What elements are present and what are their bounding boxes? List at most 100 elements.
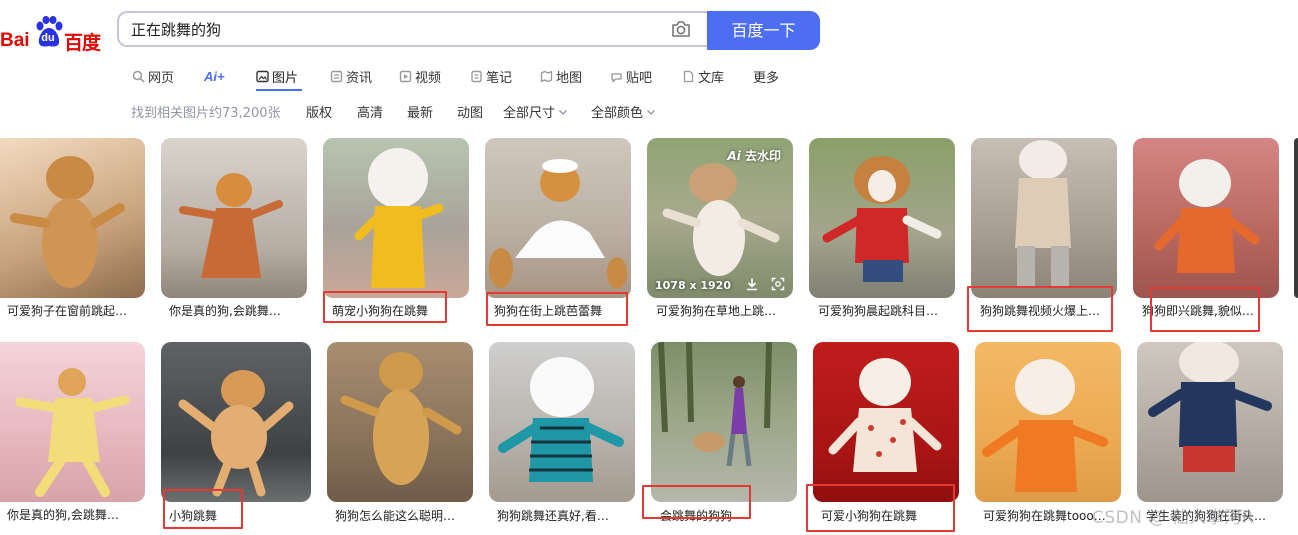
dog-figure bbox=[179, 173, 283, 278]
dog-image[interactable] bbox=[809, 138, 955, 298]
dog-image-partial[interactable] bbox=[1294, 138, 1298, 298]
dog-figure bbox=[1154, 159, 1260, 273]
tab-label: 贴吧 bbox=[626, 70, 653, 86]
dog-figure bbox=[822, 156, 942, 282]
highlight-box bbox=[1150, 287, 1260, 332]
chevron-down-icon bbox=[559, 109, 567, 115]
dog-image[interactable] bbox=[323, 138, 469, 298]
dog-image[interactable] bbox=[0, 342, 145, 502]
tieba-icon bbox=[611, 72, 622, 83]
tab-tieba[interactable]: 贴吧 bbox=[610, 63, 652, 89]
dog-figure bbox=[489, 159, 627, 289]
dog-image[interactable] bbox=[971, 138, 1117, 298]
tab-news[interactable]: 资讯 bbox=[330, 63, 372, 89]
dog-image[interactable] bbox=[485, 138, 631, 298]
ai-icon: Ai bbox=[727, 149, 745, 163]
news-icon bbox=[330, 70, 343, 82]
result-count: 找到相关图片约73,200张 bbox=[131, 106, 281, 121]
highlight-box bbox=[163, 489, 243, 529]
highlight-box bbox=[323, 291, 447, 323]
dog-figure bbox=[340, 352, 462, 485]
highlight-box bbox=[642, 485, 751, 519]
dog-figure bbox=[828, 358, 942, 472]
baidu-logo[interactable]: Bai du 百度 bbox=[0, 14, 104, 54]
active-tab-indicator bbox=[256, 89, 302, 91]
dog-image[interactable] bbox=[327, 342, 473, 502]
tab-notes[interactable]: 笔记 bbox=[470, 63, 512, 89]
image-caption[interactable]: 你是真的狗,会跳舞… bbox=[169, 302, 305, 320]
dog-image[interactable]: Ai 去水印 1078 x 1920 bbox=[647, 138, 793, 298]
tab-label: 视频 bbox=[415, 70, 442, 86]
highlight-box bbox=[486, 292, 628, 326]
tab-label: 图片 bbox=[272, 70, 299, 86]
logo-cn-text: 百度 bbox=[64, 32, 101, 54]
tab-more[interactable]: 更多 bbox=[753, 63, 779, 89]
note-icon bbox=[471, 70, 482, 82]
search-input[interactable] bbox=[131, 13, 651, 45]
filter-hd[interactable]: 高清 bbox=[357, 102, 383, 121]
map-icon bbox=[540, 69, 553, 83]
dog-image[interactable] bbox=[1137, 342, 1283, 502]
logo-du-text: du bbox=[41, 32, 55, 44]
filter-latest[interactable]: 最新 bbox=[407, 102, 433, 121]
ai-icon: Ai+ bbox=[204, 68, 225, 84]
image-caption[interactable]: 狗狗怎么能这么聪明… bbox=[335, 507, 471, 525]
tab-wenku[interactable]: 文库 bbox=[682, 63, 724, 89]
image-icon bbox=[256, 70, 269, 82]
dog-image[interactable] bbox=[813, 342, 959, 502]
filter-copyright[interactable]: 版权 bbox=[306, 102, 332, 121]
remove-watermark-label: 去水印 bbox=[744, 149, 781, 163]
logo-bai-text: Bai bbox=[0, 30, 30, 51]
dog-image[interactable] bbox=[0, 138, 145, 298]
search-icon bbox=[132, 70, 145, 83]
image-caption[interactable]: 可爱狗狗晨起跳科目… bbox=[818, 302, 954, 320]
ai-badge[interactable]: Ai 去水印 bbox=[727, 147, 781, 164]
dog-figure bbox=[982, 359, 1108, 492]
filter-animated[interactable]: 动图 bbox=[457, 102, 483, 121]
dog-image[interactable] bbox=[1133, 138, 1279, 298]
download-icon[interactable] bbox=[745, 277, 759, 291]
camera-icon[interactable] bbox=[671, 20, 691, 38]
image-caption[interactable]: 可爱狗子在窗前跳起… bbox=[7, 302, 143, 320]
tab-label: 文库 bbox=[698, 70, 725, 86]
dog-figure bbox=[498, 357, 624, 482]
dog-figure bbox=[178, 370, 294, 497]
doc-icon bbox=[683, 70, 694, 82]
dog-figure bbox=[1148, 342, 1272, 472]
tab-images[interactable]: 图片 bbox=[256, 63, 298, 89]
tab-label: 资讯 bbox=[346, 70, 373, 86]
dog-image[interactable] bbox=[975, 342, 1121, 502]
dog-image[interactable] bbox=[489, 342, 635, 502]
video-icon bbox=[399, 70, 412, 82]
image-caption[interactable]: 可爱狗狗在草地上跳… bbox=[656, 302, 792, 320]
filter-size-label: 全部尺寸 bbox=[503, 106, 556, 121]
dog-figure bbox=[658, 342, 772, 467]
tab-label: 网页 bbox=[148, 70, 175, 86]
tab-web[interactable]: 网页 bbox=[132, 63, 174, 89]
tab-video[interactable]: 视频 bbox=[399, 63, 441, 89]
dog-image[interactable] bbox=[651, 342, 797, 502]
dog-image[interactable] bbox=[161, 138, 307, 298]
chevron-down-icon bbox=[647, 109, 655, 115]
tab-ai[interactable]: Ai+ bbox=[204, 63, 225, 89]
thumb-toolbar bbox=[745, 277, 785, 291]
dog-figure bbox=[354, 148, 444, 288]
scan-icon[interactable] bbox=[771, 277, 785, 291]
tab-label: 地图 bbox=[556, 70, 583, 86]
image-size: 1078 x 1920 bbox=[655, 279, 731, 292]
dog-figure bbox=[10, 156, 125, 288]
highlight-box bbox=[967, 286, 1113, 332]
tab-label: 笔记 bbox=[486, 70, 513, 86]
tab-label: 更多 bbox=[753, 70, 780, 86]
filter-color-label: 全部颜色 bbox=[591, 106, 644, 121]
image-caption[interactable]: 狗狗跳舞还真好,看… bbox=[497, 507, 633, 525]
tab-map[interactable]: 地图 bbox=[540, 63, 582, 89]
filter-color[interactable]: 全部颜色 bbox=[591, 102, 656, 121]
highlight-box bbox=[806, 484, 955, 532]
image-caption[interactable]: 你是真的狗,会跳舞… bbox=[7, 506, 143, 524]
dog-figure bbox=[15, 368, 130, 497]
csdn-watermark: CSDN @ 仙人掌河R bbox=[1092, 508, 1255, 528]
dog-image[interactable] bbox=[161, 342, 311, 502]
search-button[interactable]: 百度一下 bbox=[707, 11, 820, 50]
filter-size[interactable]: 全部尺寸 bbox=[503, 102, 568, 121]
